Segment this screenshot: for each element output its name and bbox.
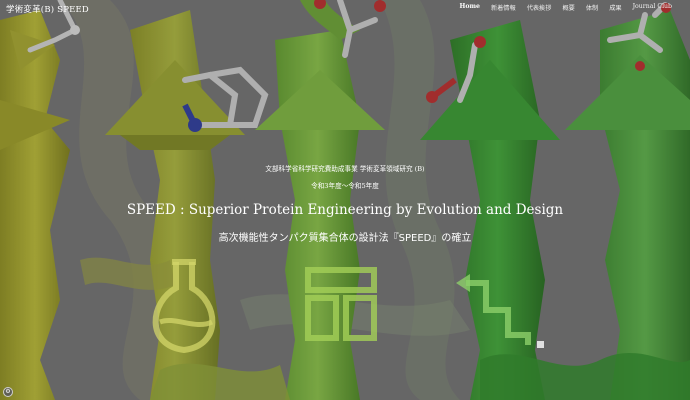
nav-home[interactable]: Home [459,3,479,12]
period-text: 令和3年度〜令和5年度 [311,182,379,190]
site-title[interactable]: 学術変革(B) SPEED [6,3,89,15]
funding-text: 文部科学省科学研究費助成事業 学術変革領域研究 (B) [265,165,425,173]
arrow-path-icon [456,274,544,348]
pictogram-layer [152,259,544,354]
main-nav: Home 新着情報 代表挨拶 概要 体制 成果 Journal Club [459,3,672,12]
building-block-icon [305,267,377,341]
nav-news[interactable]: 新着情報 [491,3,516,12]
hero-title-en: SPEED : Superior Protein Engineering by … [126,202,564,218]
nav-overview[interactable]: 概要 [562,3,574,12]
nav-organization[interactable]: 体制 [586,3,598,12]
hero-title-ja: 高次機能性タンパク質集合体の設計法『SPEED』の確立 [218,233,472,244]
nav-greeting[interactable]: 代表挨拶 [527,3,552,12]
flask-icon [152,259,216,354]
hero-section: 学術変革(B) SPEED Home 新着情報 代表挨拶 概要 体制 成果 Jo… [0,0,690,400]
nav-results[interactable]: 成果 [609,3,621,12]
nav-journal-club[interactable]: Journal Club [633,3,672,12]
settings-icon[interactable]: ⚙ [3,387,13,397]
